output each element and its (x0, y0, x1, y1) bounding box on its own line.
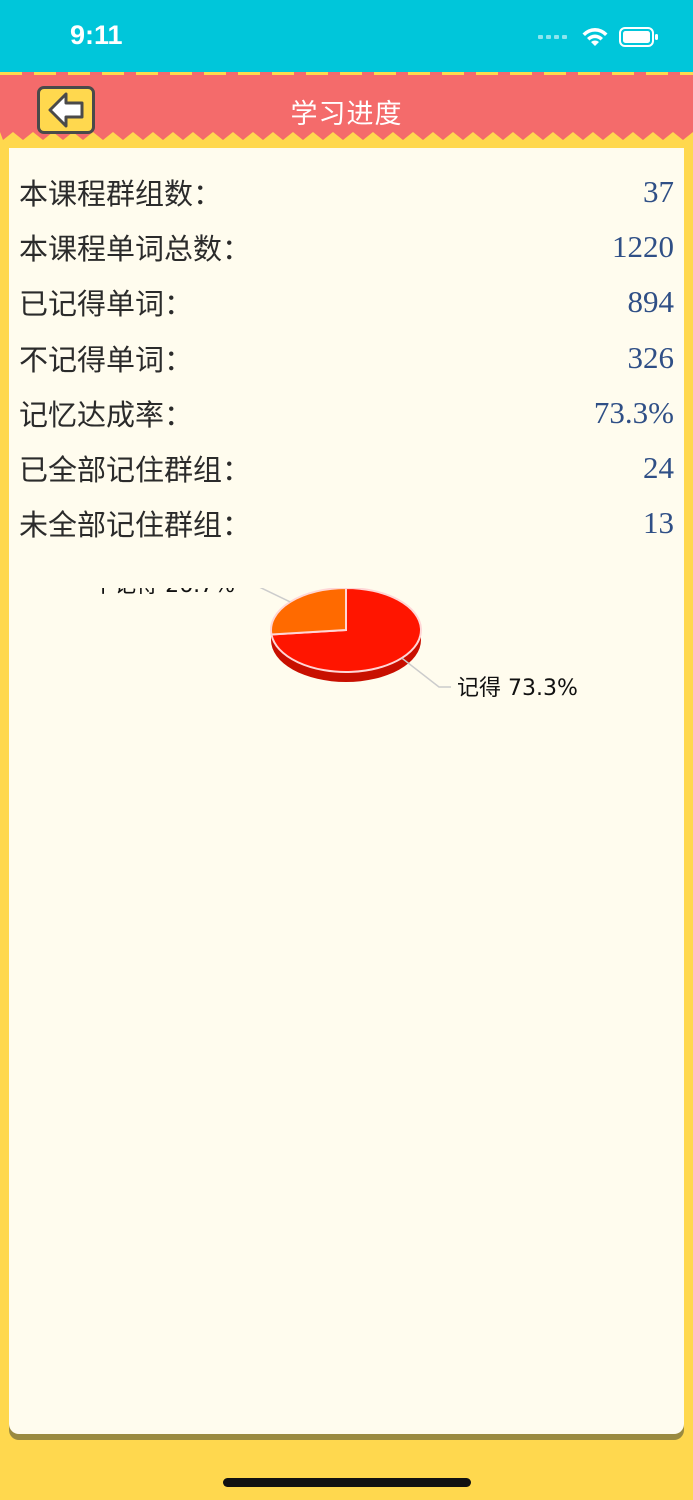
wifi-icon (582, 28, 608, 46)
stat-label: 记忆达成率： (19, 397, 194, 432)
stat-label: 不记得单词： (19, 342, 194, 377)
stat-value: 73.3% (593, 394, 674, 430)
stat-label: 本课程群组数： (19, 176, 223, 211)
status-time: 9:11 (70, 20, 123, 50)
status-icons (538, 26, 659, 48)
progress-card: 本课程群组数： 37 本课程单词总数： 1220 已记得单词： 894 不记得单… (9, 148, 684, 1434)
stat-row-not-remembered: 不记得单词： 326 (19, 330, 674, 385)
stat-row-word-total: 本课程单词总数： 1220 (19, 219, 674, 274)
cellular-signal-icon (538, 35, 567, 39)
pie-leader-line (241, 583, 291, 603)
status-bar: 9:11 (0, 0, 693, 72)
stat-row-group-count: 本课程群组数： 37 (19, 164, 674, 219)
home-indicator (223, 1478, 471, 1487)
stat-row-remembered: 已记得单词： 894 (19, 275, 674, 330)
stat-row-groups-incomplete: 未全部记住群组： 13 (19, 496, 674, 551)
stats-list: 本课程群组数： 37 本课程单词总数： 1220 已记得单词： 894 不记得单… (19, 164, 674, 551)
pie-slice-label: 记得 73.3% (457, 676, 578, 701)
stat-value: 13 (643, 505, 674, 541)
pie-slice-label: 不记得 26.7% (92, 588, 235, 598)
stat-label: 已记得单词： (19, 287, 194, 322)
memory-pie-chart: 记得 73.3% 不记得 26.7% (9, 573, 684, 768)
pie-chart-svg: 记得 73.3% 不记得 26.7% (92, 573, 578, 701)
pie-slice (270, 586, 347, 636)
stat-label: 本课程单词总数： (19, 231, 252, 266)
stat-label: 已全部记住群组： (19, 453, 252, 488)
stat-value: 24 (643, 450, 674, 486)
stat-label: 未全部记住群组： (19, 508, 252, 543)
header-bar: 学习进度 (0, 72, 693, 152)
stat-row-memory-rate: 记忆达成率： 73.3% (19, 385, 674, 440)
battery-icon (619, 27, 658, 47)
stat-value: 326 (627, 339, 675, 375)
stat-row-groups-complete: 已全部记住群组： 24 (19, 440, 674, 495)
stat-value: 894 (627, 284, 675, 320)
page-title: 学习进度 (290, 99, 403, 130)
stat-value: 1220 (612, 228, 674, 264)
stat-value: 37 (643, 173, 674, 209)
